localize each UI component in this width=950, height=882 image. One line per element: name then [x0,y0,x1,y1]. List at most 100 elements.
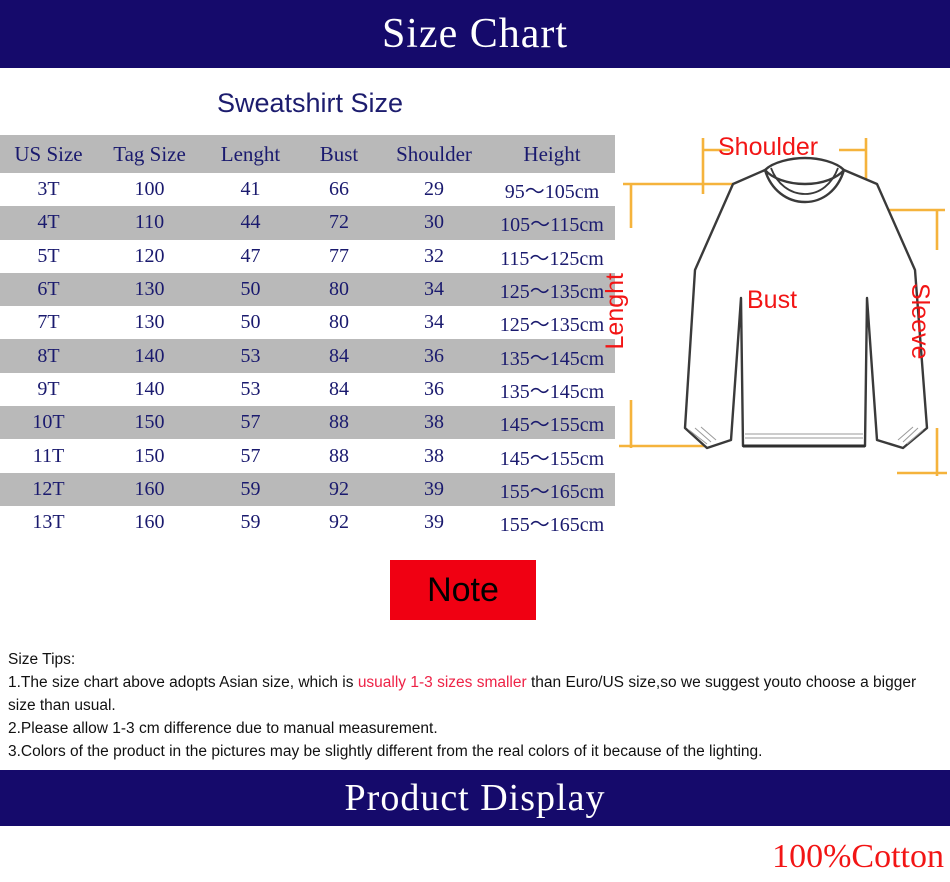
cell-height: 135～145cm [499,347,605,370]
table-row: 7T 130 50 80 34 125～135cm [0,306,615,340]
cell-bust: 88 [329,411,349,434]
cell-tag-size: 130 [134,278,165,301]
table-row: 6T 130 50 80 34 125～135cm [0,272,615,307]
cell-lenght: 53 [240,344,261,367]
table-row: 12T 160 59 92 39 155～165cm [0,472,615,506]
table-row: 8T 140 53 84 36 135～145cm [0,339,615,373]
cell-shoulder: 34 [424,311,444,334]
tip-line-1: 1.The size chart above adopts Asian size… [8,671,942,717]
cell-lenght: 44 [240,211,261,234]
cell-tag-size: 120 [134,244,165,267]
cell-us-size: 6T [37,278,60,301]
cell-shoulder: 34 [424,278,444,301]
cell-height: 95～105cm [504,181,600,204]
table-header-row: US Size Tag Size Lenght Bust Shoulder He… [0,135,615,173]
cell-us-size: 5T [37,244,60,267]
cell-shoulder: 39 [424,477,444,500]
cell-bust: 88 [329,444,349,467]
cell-lenght: 53 [240,377,261,400]
cell-shoulder: 38 [424,411,444,434]
tip-line-2: 2.Please allow 1-3 cm difference due to … [8,720,438,737]
cell-height: 155～165cm [499,480,605,503]
cell-us-size: 8T [37,344,60,367]
cell-tag-size: 150 [134,411,165,434]
cell-shoulder: 38 [424,444,444,467]
cell-height: 145～155cm [499,414,605,437]
cell-height: 115～125cm [500,247,604,270]
bottom-banner: Product Display [0,770,950,826]
cell-bust: 72 [329,211,349,234]
cell-bust: 84 [329,377,349,400]
column-header-shoulder: Shoulder [396,141,472,166]
table-row: 3T 100 41 66 29 95～105cm [0,173,615,207]
cell-shoulder: 36 [424,344,444,367]
cell-shoulder: 29 [424,178,444,201]
size-table: US Size Tag Size Lenght Bust Shoulder He… [0,135,615,540]
table-row: 13T 160 59 92 39 155～165cm [0,505,615,540]
cell-tag-size: 100 [134,178,165,201]
cell-height: 125～135cm [499,281,605,304]
table-row: 11T 150 57 88 38 145～155cm [0,439,615,473]
table-row: 4T 110 44 72 30 105～115cm [0,206,615,240]
cell-bust: 66 [329,178,349,201]
table-row: 9T 140 53 84 36 135～145cm [0,372,615,407]
label-sleeve: Sleeve [906,283,934,360]
garment-diagram: Shoulder Bust Lenght Sleeve [601,128,950,528]
cell-tag-size: 160 [134,511,165,534]
cell-us-size: 10T [32,411,65,434]
label-bust: Bust [747,286,798,314]
cell-shoulder: 39 [424,511,444,534]
cell-height: 105～115cm [500,214,604,237]
note-badge: Note [390,560,536,620]
tip-1-highlight: usually 1-3 sizes smaller [357,674,527,691]
top-banner: Size Chart [0,0,950,68]
cell-tag-size: 140 [134,344,165,367]
top-banner-title: Size Chart [381,11,569,57]
table-row: 5T 120 47 77 32 115～125cm [0,239,615,273]
cell-tag-size: 150 [134,444,165,467]
column-header-us-size: US Size [14,141,83,166]
cell-lenght: 57 [240,444,261,467]
cell-height: 135～145cm [499,380,605,403]
cell-lenght: 59 [240,511,261,534]
cell-lenght: 41 [240,178,261,201]
cell-tag-size: 130 [134,311,165,334]
section-title: Sweatshirt Size [216,88,404,118]
cell-lenght: 50 [240,311,261,334]
cell-bust: 80 [329,278,349,301]
size-tips: Size Tips: 1.The size chart above adopts… [8,648,942,763]
size-chart-page: Size Chart Sweatshirt Size US Size Tag S… [0,0,950,882]
cell-us-size: 12T [32,477,65,500]
sweatshirt-illustration [619,138,947,476]
table-body: 3T 100 41 66 29 95～105cm 4T 110 44 72 30 105～115cm 5… [0,173,615,540]
cell-bust: 77 [329,244,349,267]
tips-heading: Size Tips: [8,651,76,668]
table-header: US Size Tag Size Lenght Bust Shoulder He… [0,135,615,173]
cell-lenght: 59 [240,477,261,500]
cell-tag-size: 140 [134,377,165,400]
cell-us-size: 11T [32,444,65,467]
cell-us-size: 3T [37,178,60,201]
note-label: Note [427,570,499,609]
cell-lenght: 50 [240,278,261,301]
column-header-height: Height [523,141,581,166]
cell-us-size: 13T [32,511,65,534]
bottom-banner-title: Product Display [344,777,606,819]
cell-us-size: 4T [37,211,60,234]
cell-lenght: 47 [240,244,261,267]
column-header-lenght: Lenght [220,141,281,166]
cell-tag-size: 110 [134,211,165,234]
tip-1-part-1: 1.The size chart above adopts Asian size… [8,674,354,691]
cell-shoulder: 30 [424,211,444,234]
cell-bust: 80 [329,311,349,334]
cell-height: 125～135cm [499,314,605,337]
cell-bust: 92 [329,511,349,534]
cell-bust: 92 [329,477,349,500]
cell-us-size: 9T [37,377,60,400]
label-shoulder: Shoulder [718,133,819,161]
table-row: 10T 150 57 88 38 145～155cm [0,406,615,440]
cell-us-size: 7T [37,311,60,334]
column-header-bust: Bust [319,141,359,166]
cell-height: 145～155cm [499,447,605,470]
label-lenght: Lenght [601,273,629,350]
